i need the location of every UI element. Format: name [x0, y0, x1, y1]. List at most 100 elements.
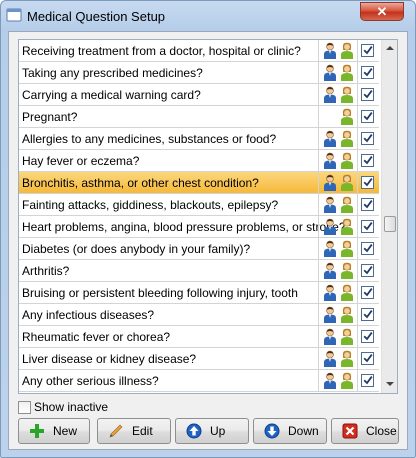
- male-patient-icon: [323, 64, 337, 81]
- active-checkbox[interactable]: [361, 220, 374, 233]
- edit-button-label: Edit: [132, 424, 153, 438]
- male-patient-icon: [323, 328, 337, 345]
- female-patient-icon: [340, 152, 354, 169]
- question-text: Bruising or persistent bleeding followin…: [22, 286, 298, 300]
- active-checkbox[interactable]: [361, 132, 374, 145]
- column-divider: [357, 370, 358, 391]
- male-patient-icon: [323, 306, 337, 323]
- up-button-label: Up: [210, 424, 226, 438]
- new-button[interactable]: New: [18, 418, 90, 444]
- question-text: Rheumatic fever or chorea?: [22, 330, 171, 344]
- plus-icon: [30, 424, 44, 438]
- pencil-icon: [109, 424, 123, 438]
- active-checkbox[interactable]: [361, 44, 374, 57]
- column-divider: [318, 326, 319, 347]
- active-checkbox[interactable]: [361, 154, 374, 167]
- column-divider: [357, 348, 358, 369]
- column-divider: [318, 348, 319, 369]
- close-button-label: Close: [366, 424, 397, 438]
- active-checkbox[interactable]: [361, 264, 374, 277]
- column-divider: [357, 216, 358, 237]
- active-checkbox[interactable]: [361, 308, 374, 321]
- question-text: Taking any prescribed medicines?: [22, 66, 203, 80]
- female-patient-icon: [340, 328, 354, 345]
- question-row[interactable]: Rheumatic fever or chorea?: [19, 326, 379, 348]
- scroll-down-arrow-icon[interactable]: [383, 377, 397, 391]
- question-row[interactable]: Bronchitis, asthma, or other chest condi…: [19, 172, 379, 194]
- question-row[interactable]: Heart problems, angina, blood pressure p…: [19, 216, 379, 238]
- down-button[interactable]: Down: [253, 418, 327, 444]
- title-bar[interactable]: Medical Question Setup ✕: [1, 1, 415, 31]
- question-row[interactable]: Carrying a medical warning card?: [19, 84, 379, 106]
- column-divider: [357, 172, 358, 193]
- question-text: Heart problems, angina, blood pressure p…: [22, 220, 346, 234]
- show-inactive-label: Show inactive: [34, 400, 109, 414]
- window-title: Medical Question Setup: [27, 9, 166, 24]
- close-x-icon: [342, 423, 358, 439]
- column-divider: [357, 128, 358, 149]
- active-checkbox[interactable]: [361, 88, 374, 101]
- column-divider: [357, 106, 358, 127]
- column-divider: [318, 40, 319, 61]
- column-divider: [357, 194, 358, 215]
- male-patient-icon: [323, 196, 337, 213]
- question-row[interactable]: Any other serious illness?: [19, 370, 379, 392]
- active-checkbox[interactable]: [361, 242, 374, 255]
- question-row[interactable]: Liver disease or kidney disease?: [19, 348, 379, 370]
- female-patient-icon: [340, 196, 354, 213]
- female-patient-icon: [340, 262, 354, 279]
- question-row[interactable]: Arthritis?: [19, 260, 379, 282]
- question-row[interactable]: Taking any prescribed medicines?: [19, 62, 379, 84]
- active-checkbox[interactable]: [361, 66, 374, 79]
- question-text: Bronchitis, asthma, or other chest condi…: [22, 176, 259, 190]
- question-row[interactable]: Diabetes (or does anybody in your family…: [19, 238, 379, 260]
- column-divider: [318, 106, 319, 127]
- active-checkbox[interactable]: [361, 352, 374, 365]
- vertical-scrollbar[interactable]: [381, 40, 397, 393]
- female-patient-icon: [340, 218, 354, 235]
- up-button[interactable]: Up: [175, 418, 249, 444]
- female-patient-icon: [340, 240, 354, 257]
- female-patient-icon: [340, 284, 354, 301]
- question-row[interactable]: Pregnant?: [19, 106, 379, 128]
- question-list[interactable]: Receiving treatment from a doctor, hospi…: [18, 39, 398, 394]
- question-text: Liver disease or kidney disease?: [22, 352, 197, 366]
- question-row[interactable]: Any infectious diseases?: [19, 304, 379, 326]
- question-row[interactable]: Receiving treatment from a doctor, hospi…: [19, 40, 379, 62]
- male-patient-icon: [323, 130, 337, 147]
- male-patient-icon: [323, 174, 337, 191]
- active-checkbox[interactable]: [361, 286, 374, 299]
- column-divider: [357, 150, 358, 171]
- question-row[interactable]: Fainting attacks, giddiness, blackouts, …: [19, 194, 379, 216]
- column-divider: [318, 238, 319, 259]
- active-checkbox[interactable]: [361, 330, 374, 343]
- column-divider: [357, 282, 358, 303]
- column-divider: [318, 172, 319, 193]
- column-divider: [357, 62, 358, 83]
- male-patient-icon: [323, 240, 337, 257]
- active-checkbox[interactable]: [361, 110, 374, 123]
- active-checkbox[interactable]: [361, 176, 374, 189]
- female-patient-icon: [340, 86, 354, 103]
- question-text: Receiving treatment from a doctor, hospi…: [22, 44, 301, 58]
- scroll-up-arrow-icon[interactable]: [383, 41, 397, 55]
- male-patient-icon: [323, 372, 337, 389]
- column-divider: [318, 370, 319, 391]
- scrollbar-thumb[interactable]: [384, 216, 396, 232]
- female-patient-icon: [340, 108, 354, 125]
- active-checkbox[interactable]: [361, 374, 374, 387]
- show-inactive-box[interactable]: [18, 401, 31, 414]
- female-patient-icon: [340, 372, 354, 389]
- question-row[interactable]: Hay fever or eczema?: [19, 150, 379, 172]
- edit-button[interactable]: Edit: [97, 418, 171, 444]
- question-row[interactable]: Allergies to any medicines, substances o…: [19, 128, 379, 150]
- female-patient-icon: [340, 64, 354, 81]
- question-text: Fainting attacks, giddiness, blackouts, …: [22, 198, 279, 212]
- question-row[interactable]: Bruising or persistent bleeding followin…: [19, 282, 379, 304]
- male-patient-icon: [323, 284, 337, 301]
- active-checkbox[interactable]: [361, 198, 374, 211]
- female-patient-icon: [340, 306, 354, 323]
- close-button[interactable]: Close: [331, 418, 399, 444]
- question-text: Hay fever or eczema?: [22, 154, 140, 168]
- window-close-button[interactable]: ✕: [360, 2, 404, 21]
